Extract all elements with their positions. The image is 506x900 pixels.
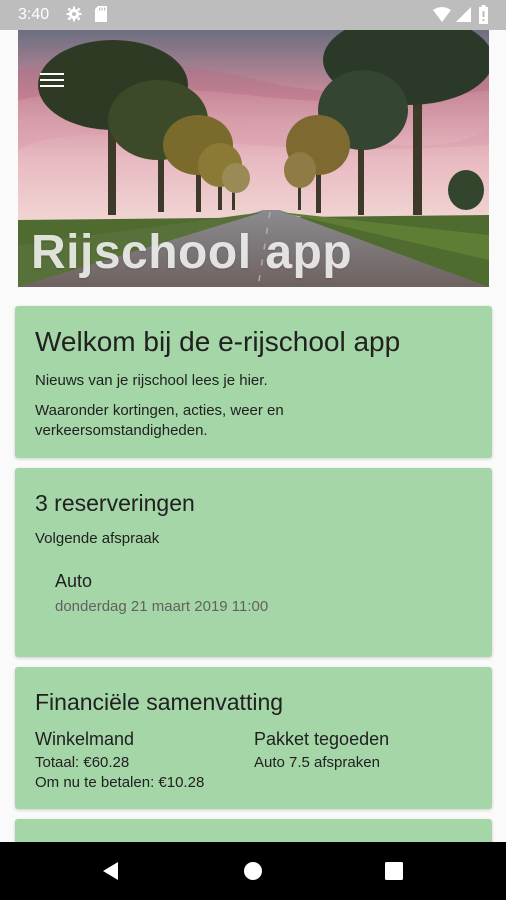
welcome-title: Welkom bij de e-rijschool app [35, 326, 401, 357]
cart-summary[interactable]: Winkelmand Totaal: €60.28 Om nu te betal… [35, 729, 204, 793]
home-icon[interactable] [243, 861, 263, 881]
sd-card-icon [95, 6, 107, 22]
recent-apps-icon[interactable] [385, 862, 403, 880]
cart-heading: Winkelmand [35, 729, 135, 749]
app-title: Rijschool app [31, 226, 353, 279]
signal-icon [456, 7, 471, 22]
finance-card[interactable]: Financiële samenvatting Winkelmand Totaa… [15, 667, 492, 809]
status-bar: 3:40 [0, 0, 506, 30]
welcome-line-2: Waaronder kortingen, acties, weer en ver… [35, 402, 284, 439]
next-appointment-label: Volgende afspraak [35, 530, 160, 547]
reservations-card[interactable]: 3 reserveringen Volgende afspraak Auto d… [15, 468, 492, 657]
back-icon[interactable] [101, 861, 121, 881]
package-summary[interactable]: Pakket tegoeden Auto 7.5 afspraken [254, 729, 389, 773]
welcome-card[interactable]: Welkom bij de e-rijschool app Nieuws van… [15, 306, 492, 458]
package-heading: Pakket tegoeden [254, 729, 390, 749]
welcome-line-1: Nieuws van je rijschool lees je hier. [35, 372, 268, 389]
reservations-title: 3 reserveringen [35, 490, 195, 516]
wifi-icon [433, 7, 451, 22]
header-image: Rijschool app [18, 30, 489, 287]
battery-icon [479, 5, 488, 24]
hamburger-menu-icon[interactable] [40, 70, 64, 90]
gear-icon [66, 6, 82, 22]
next-appointment-datetime: donderdag 21 maart 2019 11:00 [55, 598, 269, 615]
finance-title: Financiële samenvatting [35, 689, 284, 715]
package-credit: Auto 7.5 afspraken [254, 754, 380, 771]
cart-total: Totaal: €60.28 [35, 754, 130, 771]
status-time: 3:40 [18, 6, 50, 23]
next-appointment-type[interactable]: Auto [55, 571, 92, 592]
cart-amount-due: Om nu te betalen: €10.28 [35, 774, 205, 791]
navigation-bar [0, 842, 506, 900]
